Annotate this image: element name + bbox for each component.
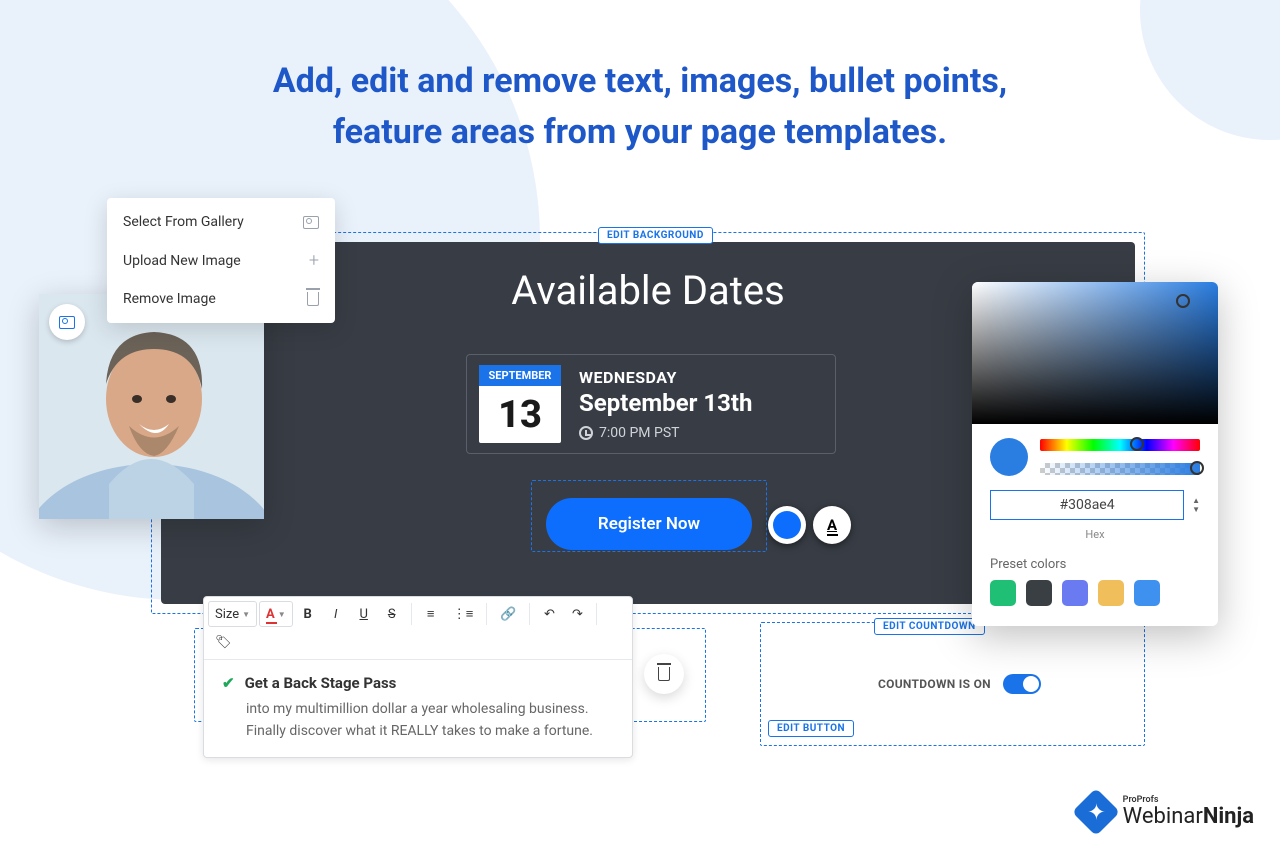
link-button[interactable]: 🔗 [493, 601, 523, 627]
font-color-button[interactable]: A▼ [259, 601, 293, 627]
preset-color[interactable] [1062, 580, 1088, 606]
register-button[interactable]: Register Now [546, 498, 752, 550]
hue-slider[interactable] [1040, 439, 1200, 451]
hex-label: Hex [972, 528, 1218, 541]
text-editor: Size▼ A▼ B I U S ≡ ⋮≡ 🔗 ↶ ↷ 🏷 ✔ Get a Ba… [203, 596, 633, 758]
alpha-slider[interactable] [1040, 463, 1200, 475]
bullet-title: Get a Back Stage Pass [245, 674, 397, 692]
date-day-number: 13 [498, 386, 542, 443]
date-info: WEDNESDAY September 13th 7:00 PM PST [579, 368, 752, 441]
select-from-gallery[interactable]: Select From Gallery [107, 204, 335, 240]
bold-button[interactable]: B [295, 601, 321, 627]
edit-image-button[interactable] [49, 304, 85, 340]
image-menu: Select From Gallery Upload New Image + R… [107, 198, 335, 323]
trash-icon [307, 292, 319, 306]
italic-button[interactable]: I [323, 601, 349, 627]
delete-block-button[interactable] [644, 654, 684, 694]
preset-colors [972, 580, 1218, 606]
editor-toolbar: Size▼ A▼ B I U S ≡ ⋮≡ 🔗 ↶ ↷ 🏷 [204, 597, 632, 660]
gallery-icon [303, 216, 319, 229]
tag-button[interactable]: 🏷 [208, 629, 239, 655]
bullet-body: into my multimillion dollar a year whole… [246, 698, 614, 743]
unordered-list-button[interactable]: ⋮≡ [446, 601, 481, 627]
page-heading: Add, edit and remove text, images, bulle… [0, 56, 1280, 158]
preset-color[interactable] [1134, 580, 1160, 606]
ordered-list-button[interactable]: ≡ [418, 601, 444, 627]
undo-button[interactable]: ↶ [536, 601, 562, 627]
format-toggle[interactable]: ▲▼ [1192, 496, 1200, 514]
upload-new-image[interactable]: Upload New Image + [107, 240, 335, 281]
countdown-label: COUNTDOWN IS ON [878, 677, 991, 691]
color-picker-panel: ▲▼ Hex Preset colors [972, 282, 1218, 626]
strikethrough-button[interactable]: S [379, 601, 405, 627]
edit-background-tag[interactable]: EDIT BACKGROUND [598, 227, 713, 244]
plus-icon: + [309, 250, 319, 271]
countdown-toggle[interactable] [1003, 674, 1041, 694]
button-text-color-circle[interactable]: A [813, 506, 851, 544]
brand-logo: ✦ ProProfs WebinarNinja [1079, 795, 1254, 829]
calendar-block: SEPTEMBER 13 [479, 365, 561, 443]
sb-cursor[interactable] [1176, 294, 1190, 308]
hex-input[interactable] [990, 490, 1184, 520]
button-bg-color-circle[interactable] [768, 506, 806, 544]
redo-button[interactable]: ↷ [564, 601, 590, 627]
date-card[interactable]: SEPTEMBER 13 WEDNESDAY September 13th 7:… [466, 354, 836, 454]
date-full: September 13th [579, 389, 752, 417]
preset-color[interactable] [1026, 580, 1052, 606]
current-color-swatch [990, 438, 1028, 476]
edit-countdown-tag[interactable]: EDIT COUNTDOWN [874, 618, 985, 635]
date-time: 7:00 PM PST [579, 425, 752, 441]
gallery-icon [59, 316, 75, 329]
presenter-image[interactable] [39, 294, 264, 519]
check-icon: ✔ [222, 674, 235, 692]
logo-badge-icon: ✦ [1072, 788, 1120, 836]
date-month: SEPTEMBER [479, 365, 561, 386]
font-size-dropdown[interactable]: Size▼ [208, 601, 257, 627]
saturation-brightness-area[interactable] [972, 282, 1218, 424]
date-weekday: WEDNESDAY [579, 368, 752, 387]
remove-image[interactable]: Remove Image [107, 281, 335, 317]
underline-button[interactable]: U [351, 601, 377, 627]
preset-colors-label: Preset colors [972, 541, 1218, 580]
preset-color[interactable] [1098, 580, 1124, 606]
trash-icon [658, 667, 670, 681]
clock-icon [579, 426, 593, 440]
editor-content[interactable]: ✔ Get a Back Stage Pass into my multimil… [204, 660, 632, 757]
preset-color[interactable] [990, 580, 1016, 606]
